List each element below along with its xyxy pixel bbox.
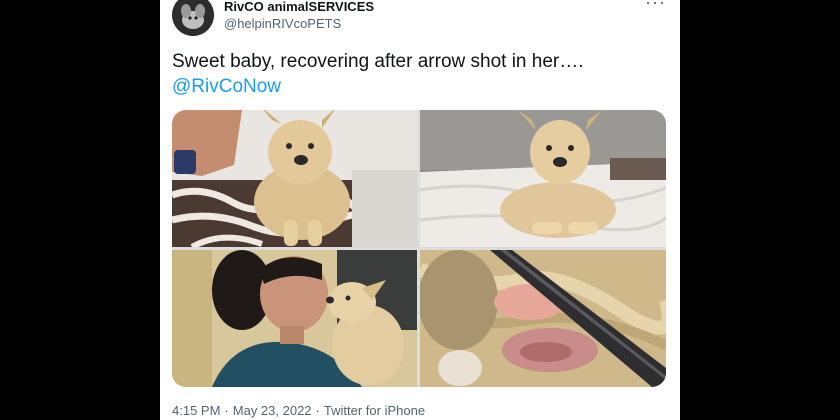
photo-dog-blanket[interactable] xyxy=(172,110,417,247)
tweet-time[interactable]: 4:15 PM xyxy=(172,403,220,418)
tweet-date[interactable]: May 23, 2022 xyxy=(233,403,312,418)
tweet-text: Sweet baby, recovering after arrow shot … xyxy=(172,49,672,99)
photo-wound-closeup[interactable] xyxy=(420,250,666,387)
mention-link[interactable]: @RivCoNow xyxy=(172,74,281,99)
photo-dog-towel[interactable] xyxy=(420,110,666,247)
meta-separator: · xyxy=(224,403,229,418)
meta-separator: · xyxy=(315,403,320,418)
display-name[interactable]: RivCO animalSERVICES xyxy=(224,0,374,14)
tweet-body: Sweet baby, recovering after arrow shot … xyxy=(172,51,584,72)
tweet-meta: 4:15 PM · May 23, 2022 · Twitter for iPhone xyxy=(172,403,425,418)
avatar[interactable] xyxy=(172,0,214,36)
user-handle[interactable]: @helpinRIVcoPETS xyxy=(224,16,341,31)
photo-grid xyxy=(172,110,666,387)
photo-woman-with-dog[interactable] xyxy=(172,250,417,387)
ellipsis-icon[interactable]: ··· xyxy=(645,0,666,13)
tweet-card: RivCO animalSERVICES @helpinRIVcoPETS ··… xyxy=(160,0,680,420)
tweet-source[interactable]: Twitter for iPhone xyxy=(324,403,425,418)
